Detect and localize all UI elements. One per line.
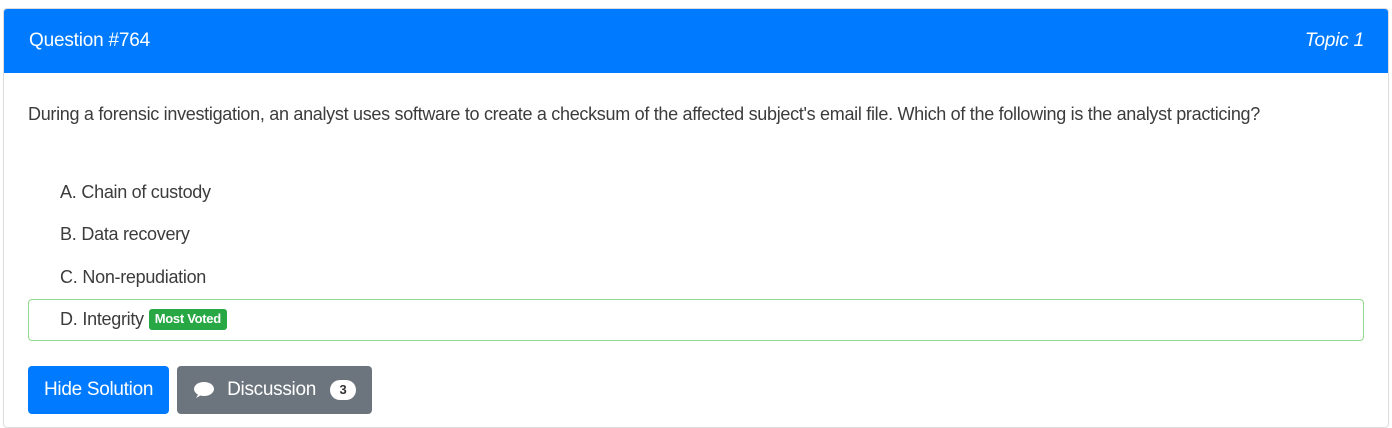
- question-title: Question #764: [29, 30, 150, 51]
- choice-text: Data recovery: [81, 224, 190, 244]
- question-header: Question #764 Topic 1: [4, 9, 1388, 73]
- choice-c[interactable]: C. Non-repudiation: [28, 256, 1364, 298]
- choices-list: A. Chain of custody B. Data recovery C. …: [28, 171, 1364, 341]
- chat-bubble-icon: [194, 381, 215, 398]
- choice-text: Integrity: [82, 309, 144, 329]
- choice-letter: C.: [60, 266, 78, 287]
- choice-text: Chain of custody: [81, 181, 211, 202]
- question-actions: Hide Solution Discussion 3: [28, 365, 1364, 414]
- hide-solution-button[interactable]: Hide Solution: [28, 365, 170, 414]
- topic-label: Topic 1: [1304, 30, 1364, 51]
- discussion-button[interactable]: Discussion 3: [177, 365, 372, 414]
- choice-letter: D.: [60, 309, 78, 329]
- choice-letter: A.: [60, 181, 77, 202]
- choice-a[interactable]: A. Chain of custody: [28, 171, 1364, 213]
- choice-letter: B.: [60, 224, 77, 244]
- choice-text: Non-repudiation: [82, 266, 206, 287]
- most-voted-badge: Most Voted: [148, 309, 227, 330]
- question-card: Question #764 Topic 1 During a forensic …: [3, 8, 1389, 428]
- choice-d[interactable]: D. Integrity Most Voted: [28, 298, 1364, 341]
- discussion-label: Discussion: [227, 378, 316, 400]
- discussion-count-badge: 3: [330, 379, 356, 400]
- question-body: During a forensic investigation, an anal…: [4, 102, 1388, 414]
- question-text: During a forensic investigation, an anal…: [28, 104, 1260, 124]
- choice-b[interactable]: B. Data recovery: [28, 214, 1364, 256]
